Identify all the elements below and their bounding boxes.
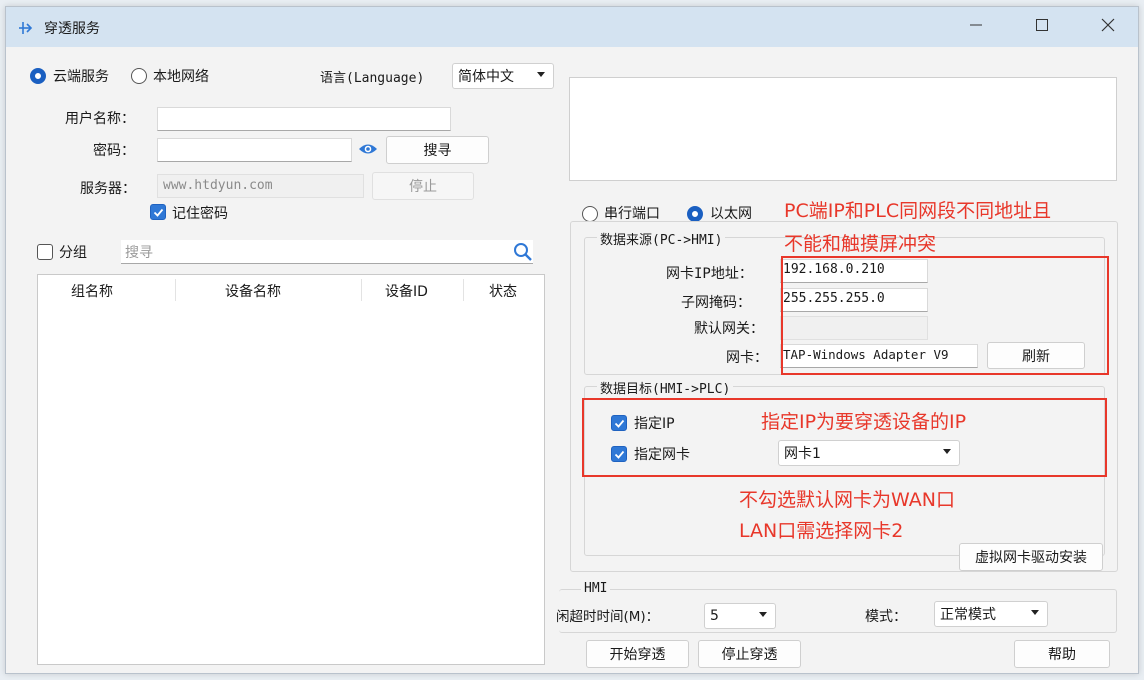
language-value: 简体中文 [458,69,514,85]
group-label: 分组 [59,245,87,261]
cloud-service-label: 云端服务 [53,69,109,85]
timeout-value: 5 [710,608,719,624]
search-icon[interactable] [513,242,533,266]
column-header-device-name[interactable]: 设备名称 [225,281,281,301]
local-network-radio[interactable] [131,68,147,84]
ethernet-label: 以太网 [710,206,752,222]
username-label: 用户名称： [65,111,135,127]
chevron-down-icon [1031,610,1039,615]
column-header-group-name[interactable]: 组名称 [71,281,113,301]
timeout-label: 闲超时时间(M)： [556,609,660,625]
serial-port-label: 串行端口 [604,206,660,222]
language-label: 语言(Language) [320,71,425,86]
column-divider [361,279,362,301]
language-select[interactable]: 简体中文 [452,63,554,89]
title-bar: 穿透服务 [6,7,1138,47]
search-placeholder: 搜寻 [125,245,153,261]
stop-tunnel-button[interactable]: 停止穿透 [698,640,801,668]
annotation-text: PC端IP和PLC同网段不同地址且 [784,200,1052,222]
mode-value: 正常模式 [940,607,996,623]
maximize-button[interactable] [1012,7,1072,47]
server-field: www.htdyun.com [157,174,364,198]
arrow-transfer-icon [18,19,36,37]
group-checkbox[interactable] [37,244,53,260]
close-button[interactable] [1078,7,1138,47]
cloud-service-radio[interactable] [30,68,46,84]
minimize-button[interactable] [946,7,1006,47]
data-source-title: 数据来源(PC->HMI) [597,229,726,248]
nic-ip-label: 网卡IP地址： [666,266,753,282]
annotation-box-source [781,256,1109,375]
close-icon [1101,18,1115,36]
minimize-icon [969,18,983,36]
password-field[interactable] [157,138,352,162]
data-target-title: 数据目标(HMI->PLC) [597,378,734,397]
password-label: 密码： [93,143,135,159]
remember-password-checkbox[interactable] [150,204,166,220]
install-driver-button[interactable]: 虚拟网卡驱动安装 [959,543,1103,571]
search-button[interactable]: 搜寻 [386,136,489,164]
mode-select[interactable]: 正常模式 [934,601,1048,627]
username-field[interactable] [157,107,451,131]
eye-icon[interactable] [358,141,378,161]
annotation-text: 不能和触摸屏冲突 [784,233,937,255]
chevron-down-icon [759,612,767,617]
table-header: 组名称 设备名称 设备ID 状态 [38,275,544,305]
local-network-label: 本地网络 [153,69,209,85]
column-divider [463,279,464,301]
help-button[interactable]: 帮助 [1014,640,1110,668]
log-textarea[interactable] [569,77,1117,181]
column-divider [175,279,176,301]
column-header-device-id[interactable]: 设备ID [385,281,428,301]
nic-label: 网卡： [726,350,768,366]
annotation-text: 指定IP为要穿透设备的IP [761,411,967,433]
device-table[interactable]: 组名称 设备名称 设备ID 状态 [37,274,545,665]
serial-port-radio[interactable] [582,206,598,222]
maximize-icon [1035,18,1049,36]
subnet-label: 子网掩码： [681,295,751,311]
checkmark-icon [153,208,163,217]
window-title: 穿透服务 [44,21,100,37]
timeout-select[interactable]: 5 [704,603,776,629]
stop-button: 停止 [372,172,474,200]
start-tunnel-button[interactable]: 开始穿透 [586,640,689,668]
ethernet-radio[interactable] [687,206,703,222]
server-label: 服务器： [80,181,136,197]
gateway-label: 默认网关： [694,321,764,337]
remember-password-label: 记住密码 [172,206,228,222]
annotation-text: LAN口需选择网卡2 [739,520,904,542]
hmi-title: HMI [581,581,611,596]
mode-label: 模式： [865,609,907,625]
annotation-text: 不勾选默认网卡为WAN口 [739,489,955,511]
group-search-field[interactable]: 搜寻 [121,240,533,264]
app-window: 穿透服务 云端服务 本地网络 语言(Language) 简体中文 用户名称： 密… [5,6,1139,674]
column-header-status[interactable]: 状态 [489,281,517,301]
chevron-down-icon [537,72,545,77]
